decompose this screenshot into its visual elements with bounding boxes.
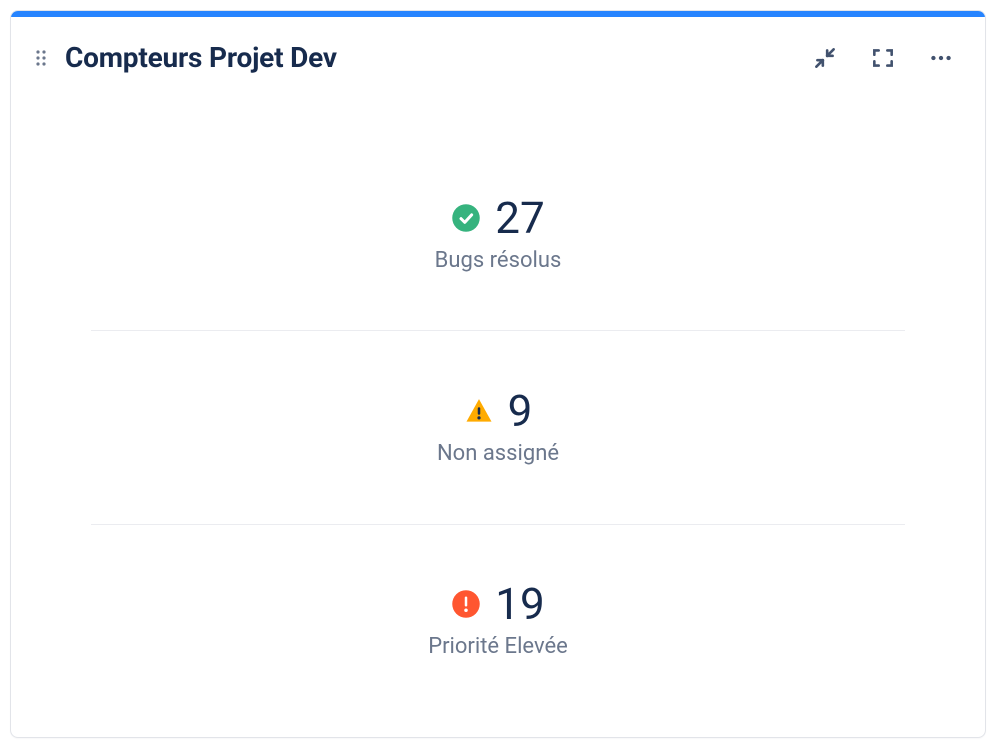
check-circle-icon bbox=[451, 203, 481, 233]
header-actions bbox=[809, 42, 957, 74]
counter-value: 27 bbox=[495, 196, 544, 240]
counter-value: 9 bbox=[508, 389, 533, 433]
more-icon[interactable] bbox=[925, 42, 957, 74]
counter-label: Bugs résolus bbox=[435, 248, 562, 273]
counter-label: Priorité Elevée bbox=[428, 634, 568, 659]
widget-title: Compteurs Projet Dev bbox=[65, 41, 337, 74]
collapse-icon[interactable] bbox=[809, 42, 841, 74]
error-circle-icon bbox=[451, 589, 481, 619]
widget-header: Compteurs Projet Dev bbox=[11, 17, 985, 98]
counter-row[interactable]: 9 Non assigné bbox=[91, 331, 905, 523]
counter-row[interactable]: 27 Bugs résolus bbox=[91, 138, 905, 330]
counter-label: Non assigné bbox=[437, 441, 559, 466]
drag-handle-icon[interactable] bbox=[31, 48, 51, 68]
widget-body: 27 Bugs résolus 9 Non assigné bbox=[11, 98, 985, 737]
warning-triangle-icon bbox=[464, 396, 494, 426]
dashboard-widget-card: Compteurs Projet Dev bbox=[10, 10, 986, 738]
expand-icon[interactable] bbox=[867, 42, 899, 74]
counter-value: 19 bbox=[495, 582, 544, 626]
counter-row[interactable]: 19 Priorité Elevée bbox=[91, 525, 905, 717]
